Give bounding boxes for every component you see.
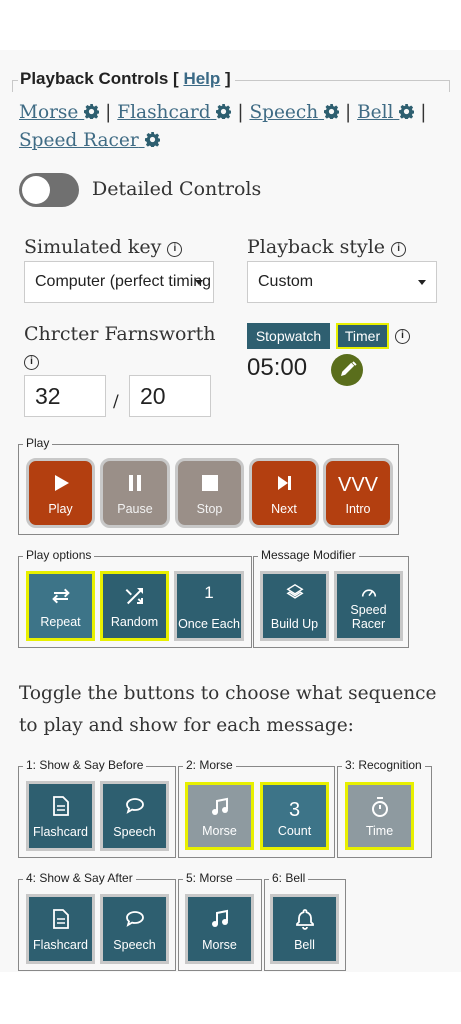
- detailed-controls-toggle[interactable]: [19, 173, 79, 207]
- flashcard-settings-link[interactable]: Flashcard: [117, 102, 232, 123]
- pause-icon: [129, 475, 141, 491]
- intro-button[interactable]: VVV Intro: [323, 458, 393, 528]
- stop-button[interactable]: Stop: [175, 458, 244, 528]
- build-up-button[interactable]: Build Up: [260, 571, 329, 641]
- pencil-icon: [341, 361, 357, 376]
- character-speed-input[interactable]: 32: [24, 375, 106, 417]
- gear-icon: [144, 132, 160, 147]
- timer-display: 05:00: [247, 354, 308, 381]
- flashcard-icon: [52, 796, 69, 816]
- link-separator: |: [237, 102, 244, 123]
- info-icon[interactable]: i: [391, 242, 407, 257]
- play-button[interactable]: Play: [26, 458, 95, 528]
- speed-racer-button[interactable]: Speed Racer: [334, 571, 403, 641]
- playback-controls-title: Playback Controls [ Help ]: [18, 69, 235, 89]
- link-separator: |: [344, 102, 352, 123]
- speech-bubble-icon: [125, 798, 144, 814]
- simulated-key-select[interactable]: Computer (perfect timing: [24, 261, 214, 303]
- layers-icon: [285, 583, 304, 599]
- music-note-icon: [211, 797, 228, 815]
- pause-button[interactable]: Pause: [100, 458, 170, 528]
- once-each-button[interactable]: 1 Once Each: [174, 571, 244, 641]
- info-icon[interactable]: i: [395, 329, 410, 344]
- stopwatch-button[interactable]: Stopwatch: [247, 323, 330, 349]
- flashcard-before-button[interactable]: Flashcard: [26, 781, 95, 851]
- next-button[interactable]: Next: [249, 458, 319, 528]
- time-button[interactable]: Time: [345, 782, 414, 850]
- music-note-icon: [211, 909, 228, 927]
- speed-separator: /: [113, 392, 119, 412]
- repeat-button[interactable]: Repeat: [26, 571, 95, 641]
- play-group-label: Play: [23, 436, 53, 450]
- title-text: Playback Controls [: [20, 69, 184, 88]
- gear-icon: [84, 104, 100, 119]
- detailed-controls-label: Detailed Controls: [92, 178, 262, 200]
- show-say-after-label: 4: Show & Say After: [23, 871, 136, 885]
- morse-after-label: 5: Morse: [183, 871, 236, 885]
- gear-icon: [399, 104, 415, 119]
- link-separator: |: [105, 102, 112, 123]
- play-icon: [54, 475, 69, 491]
- repeat-icon: [51, 588, 70, 604]
- effective-speed-input[interactable]: 20: [129, 375, 211, 417]
- chevron-down-icon: [195, 280, 203, 285]
- flashcard-icon: [52, 909, 69, 929]
- toggle-knob: [22, 176, 50, 204]
- shuffle-icon: [125, 588, 143, 605]
- link-separator: |: [420, 102, 427, 123]
- gear-icon: [324, 104, 340, 119]
- stop-icon: [201, 475, 218, 491]
- recognition-group-label: 3: Recognition: [342, 758, 425, 772]
- speech-bubble-icon: [125, 911, 144, 927]
- chevron-down-icon: [418, 280, 426, 285]
- timer-button[interactable]: Timer: [336, 323, 389, 349]
- farnsworth-info: i: [24, 351, 39, 370]
- title-close: ]: [220, 69, 231, 88]
- playback-style-select[interactable]: Custom: [247, 261, 437, 303]
- speed-racer-settings-link[interactable]: Speed Racer: [19, 130, 160, 151]
- message-modifier-label: Message Modifier: [258, 548, 359, 562]
- random-button[interactable]: Random: [100, 571, 169, 641]
- playback-style-label: Playback style i: [247, 236, 407, 258]
- edit-timer-button[interactable]: [331, 354, 363, 386]
- morse-after-button[interactable]: Morse: [185, 894, 254, 964]
- settings-links: Morse | Flashcard | Speech | Bell | Spee…: [19, 99, 449, 155]
- morse-group-label: 2: Morse: [183, 758, 236, 772]
- bell-icon: [295, 909, 314, 930]
- skip-next-icon: [278, 476, 291, 490]
- help-link[interactable]: Help: [183, 69, 220, 88]
- play-options-label: Play options: [23, 548, 95, 562]
- speech-after-button[interactable]: Speech: [100, 894, 169, 964]
- stopwatch-icon: [371, 797, 388, 817]
- sequence-instructions: Toggle the buttons to choose what sequen…: [19, 683, 437, 736]
- info-icon[interactable]: i: [24, 355, 39, 370]
- info-icon[interactable]: i: [167, 242, 183, 257]
- count-button[interactable]: 3 Count: [260, 782, 329, 850]
- bell-group-label: 6: Bell: [269, 871, 309, 885]
- speedometer-icon: [361, 589, 376, 597]
- speech-settings-link[interactable]: Speech: [249, 102, 340, 123]
- morse-settings-link[interactable]: Morse: [19, 102, 100, 123]
- intro-glyph: VVV: [337, 474, 379, 496]
- morse-button[interactable]: Morse: [185, 782, 254, 850]
- flashcard-after-button[interactable]: Flashcard: [26, 894, 95, 964]
- bell-button[interactable]: Bell: [270, 894, 339, 964]
- simulated-key-label: Simulated key i: [24, 236, 183, 258]
- speech-before-button[interactable]: Speech: [100, 781, 169, 851]
- farnsworth-label: Chrcter Farnsworth: [24, 323, 216, 345]
- show-say-before-label: 1: Show & Say Before: [23, 758, 147, 772]
- gear-icon: [216, 104, 232, 119]
- bell-settings-link[interactable]: Bell: [357, 102, 415, 123]
